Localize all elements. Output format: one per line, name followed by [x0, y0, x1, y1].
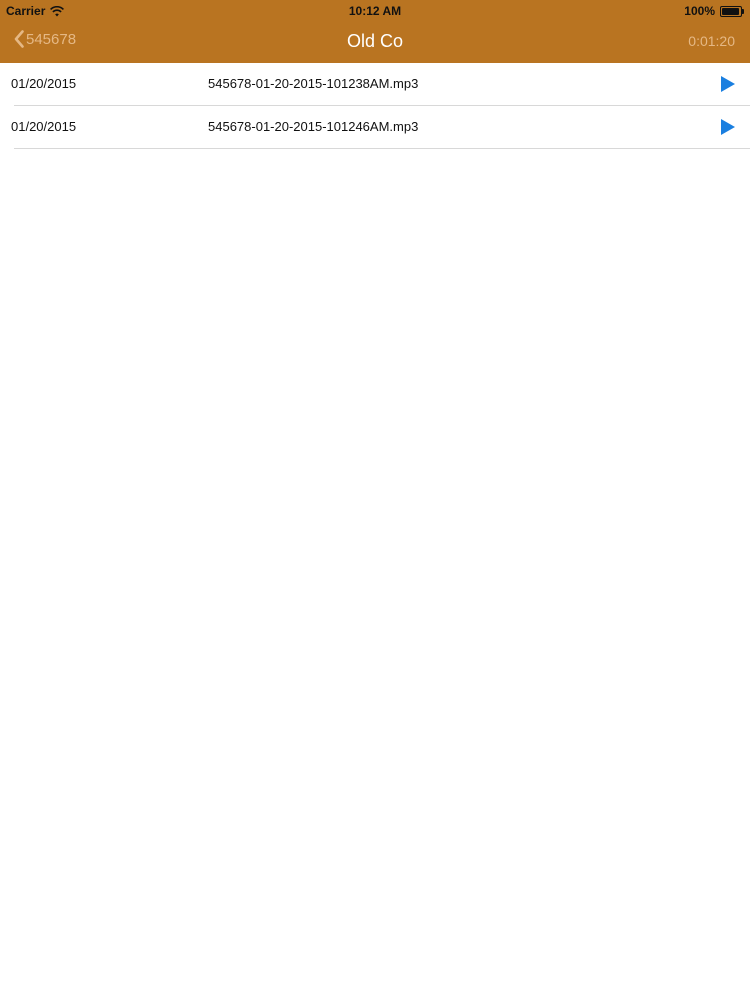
play-icon[interactable]: [720, 75, 736, 93]
recording-row[interactable]: 01/20/2015 545678-01-20-2015-101246AM.mp…: [11, 106, 750, 149]
battery-icon: [720, 5, 744, 17]
recording-date: 01/20/2015: [11, 76, 77, 91]
page-title: Old Co: [346, 31, 404, 51]
play-icon[interactable]: [720, 118, 736, 136]
battery-indicator: 100%: [684, 4, 744, 18]
status-bar: Carrier 10:12 AM 100%: [0, 0, 750, 21]
nav-bar: 545678 Old Co 0:01:20: [0, 21, 750, 63]
recording-filename: 545678-01-20-2015-101246AM.mp3: [208, 119, 419, 134]
recording-row[interactable]: 01/20/2015 545678-01-20-2015-101238AM.mp…: [11, 63, 750, 106]
battery-percent: 100%: [684, 4, 715, 18]
status-time: 10:12 AM: [348, 4, 402, 18]
recording-date: 01/20/2015: [11, 119, 77, 134]
recording-filename: 545678-01-20-2015-101238AM.mp3: [208, 76, 419, 91]
header: Carrier 10:12 AM 100% 545678 Old Co 0:01…: [0, 0, 750, 63]
duration-label: 0:01:20: [688, 33, 735, 49]
recordings-list: 01/20/2015 545678-01-20-2015-101238AM.mp…: [0, 63, 750, 149]
